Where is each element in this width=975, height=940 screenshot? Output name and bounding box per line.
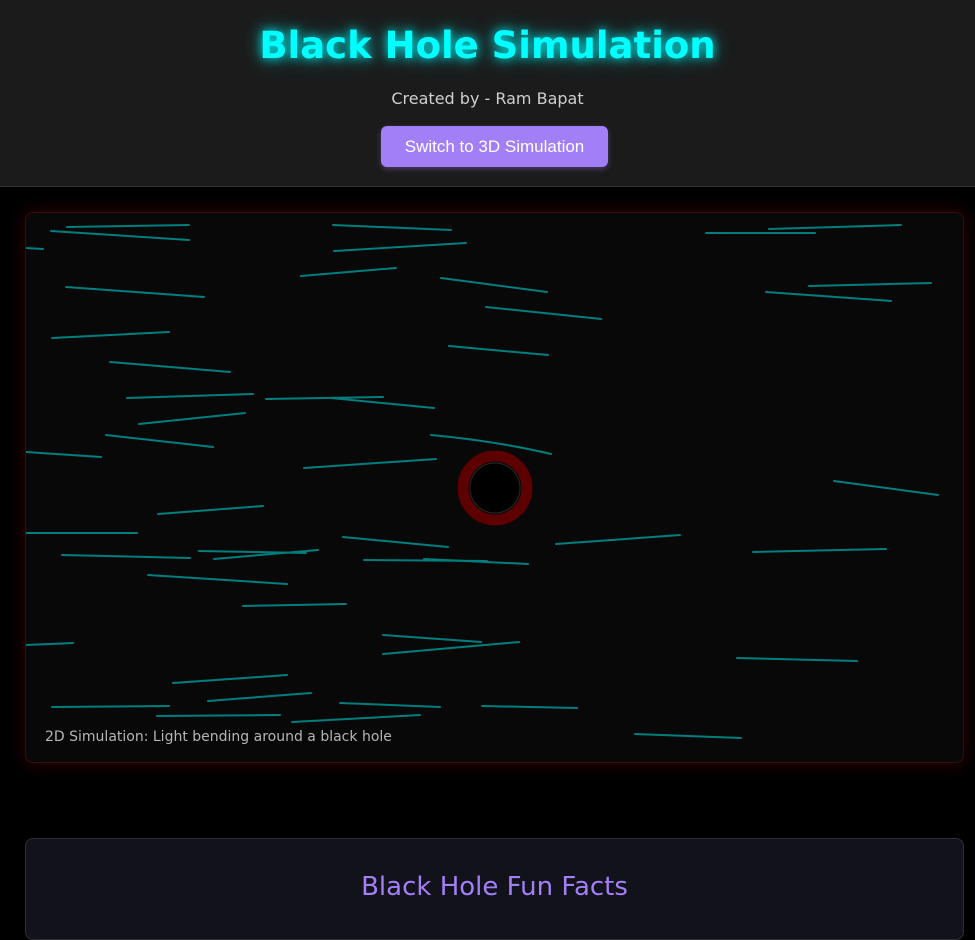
light-ray [66,224,190,228]
light-ray [147,574,288,585]
event-horizon [469,462,521,514]
light-ray [207,692,312,702]
light-ray [342,536,449,548]
light-ray [765,291,892,302]
light-ray [105,434,214,448]
page-header: Black Hole Simulation Created by - Ram B… [0,0,975,187]
light-ray [265,396,384,400]
light-ray [156,714,281,717]
light-ray [26,247,44,250]
light-ray [126,393,254,399]
light-ray [51,705,170,708]
light-ray [382,641,520,655]
light-ray [300,267,397,277]
light-ray [634,733,742,739]
light-ray [242,603,347,607]
light-ray [172,674,288,684]
light-ray [51,331,170,339]
light-ray [736,657,858,662]
simulation-svg [26,224,939,739]
light-ray [555,534,681,545]
light-ray [481,705,578,709]
light-ray [26,642,74,646]
simulation-canvas[interactable]: 2D Simulation: Light bending around a bl… [25,212,964,763]
light-ray [330,397,435,409]
light-ray [50,230,190,241]
fun-facts-title: Black Hole Fun Facts [361,872,628,902]
light-ray [339,702,441,708]
fun-facts-section: Black Hole Fun Facts [25,838,964,940]
light-ray [291,714,421,723]
light-ray [440,277,548,293]
light-ray [448,345,549,356]
light-ray [768,224,902,230]
light-ray [65,286,205,298]
page-title: Black Hole Simulation [259,24,716,67]
light-ray [109,361,231,373]
author-credit: Created by - Ram Bapat [391,89,584,108]
switch-to-3d-button[interactable]: Switch to 3D Simulation [381,126,608,167]
light-ray [138,412,246,425]
light-ray [833,480,939,496]
light-ray [157,505,264,515]
simulation-caption: 2D Simulation: Light bending around a bl… [45,729,392,745]
light-ray [485,306,602,320]
light-ray [332,224,452,231]
light-ray [26,451,102,458]
light-ray [808,282,932,287]
light-ray [752,548,887,553]
light-ray [303,458,437,469]
light-ray [61,554,191,559]
light-ray [382,634,482,643]
light-ray [333,242,467,252]
